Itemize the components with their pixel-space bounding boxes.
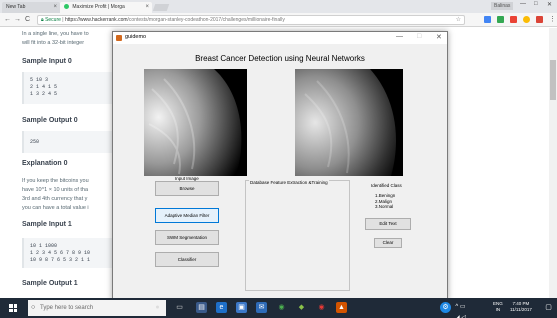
task-view-icon[interactable]: ▭	[174, 302, 185, 313]
language-indicator[interactable]: ENG IN	[493, 301, 503, 313]
close-tab-icon[interactable]: ×	[53, 2, 57, 13]
extension-icon[interactable]	[523, 16, 530, 23]
input-image-axes	[144, 69, 247, 176]
maximize-icon[interactable]: □	[417, 33, 421, 40]
code-line: 10 1 1000	[30, 243, 58, 249]
explanation-text: 3rd and 4th currency that y	[22, 196, 88, 202]
gui-heading: Breast Cancer Detection using Neural Net…	[195, 54, 365, 63]
database-training-panel: Database Feature Extraction &Training	[245, 180, 350, 291]
gui-titlebar[interactable]: guidemo — □ ✕	[113, 32, 447, 44]
tab-label: Maximize Profit | Morga	[72, 4, 125, 10]
secure-label: Secure	[45, 17, 61, 23]
close-tab-icon[interactable]: ×	[145, 2, 149, 13]
code-line: 5 10 3	[30, 77, 49, 83]
sample-input-0-code: 5 10 3 2 1 4 1 5 1 3 2 4 5	[22, 72, 122, 104]
intro-text: In a single line, you have to	[22, 31, 89, 37]
panel-title: Database Feature Extraction &Training	[249, 180, 329, 185]
menu-icon[interactable]: ⋮	[549, 15, 556, 24]
region-code: IN	[495, 307, 501, 312]
browser-toolbar: ← → C 🔒︎ Secure | https://www.hackerrank…	[0, 13, 557, 27]
identified-class-list: 1.Beningn 2.Malign 3.Normal	[375, 193, 395, 210]
sample-input-1-heading: Sample Input 1	[22, 221, 72, 228]
address-bar[interactable]: 🔒︎ Secure | https://www.hackerrank.com/c…	[37, 15, 465, 25]
code-line: 2 1 4 1 5	[30, 84, 58, 90]
clock[interactable]: 7:40 PM 11/11/2017	[510, 301, 532, 313]
windows-taskbar: ○ Type here to search ● ▭ ▤ e ▣ ✉ ◉ ◆ ◉ …	[0, 298, 557, 318]
edge-icon[interactable]: e	[216, 302, 227, 313]
url-host: https://www.hackerrank.com	[65, 17, 128, 23]
close-icon[interactable]: ✕	[436, 33, 442, 41]
back-icon[interactable]: ←	[4, 15, 11, 24]
identified-class-label: Identified Class	[371, 183, 402, 188]
maximize-icon[interactable]: □	[534, 1, 538, 7]
lock-icon[interactable]: 🔒︎	[41, 17, 44, 23]
result-edit-text[interactable]: Edit Text	[365, 218, 411, 230]
url-path: /contests/morgan-stanley-codeathon-2017/…	[127, 17, 285, 23]
file-explorer-icon[interactable]: ▤	[196, 302, 207, 313]
intro-text: will fit into a 32-bit integer	[22, 40, 85, 46]
explanation-text: If you keep the bitcoins you	[22, 178, 89, 184]
matlab-icon[interactable]: ▲	[336, 302, 347, 313]
explanation-0-heading: Explanation 0	[22, 160, 68, 167]
output-image-axes	[295, 69, 403, 176]
class-item: 1.Beningn	[375, 193, 396, 198]
profile-badge[interactable]: Balinas	[491, 2, 514, 10]
code-line: 1 3 2 4 5	[30, 91, 58, 97]
explanation-text: you can have a total value i	[22, 205, 89, 211]
search-placeholder: Type here to search	[40, 305, 94, 311]
browse-button[interactable]: Browse	[155, 181, 219, 196]
clock-date: 11/11/2017	[510, 307, 532, 312]
page-scrollbar-thumb[interactable]	[550, 60, 556, 100]
tray-app-icon[interactable]: ⚙	[440, 302, 451, 313]
extension-icon[interactable]	[536, 16, 543, 23]
tab-new-tab[interactable]: New Tab ×	[2, 2, 60, 13]
store-icon[interactable]: ▣	[236, 302, 247, 313]
cortana-icon: ○	[31, 304, 36, 311]
guidemo-window: guidemo — □ ✕ Breast Cancer Detection us…	[112, 31, 448, 301]
gui-window-title: guidemo	[125, 34, 147, 40]
close-icon[interactable]: ✕	[547, 1, 552, 8]
hackerrank-favicon-icon	[64, 4, 69, 10]
mail-icon[interactable]: ✉	[256, 302, 267, 313]
chrome-icon[interactable]: ◉	[276, 302, 287, 313]
forward-icon[interactable]: →	[14, 15, 21, 24]
sample-output-1-heading: Sample Output 1	[22, 280, 78, 287]
tab-label: New Tab	[6, 4, 26, 10]
minimize-icon[interactable]: —	[520, 1, 526, 7]
sample-input-1-code: 10 1 1000 1 2 3 4 5 6 7 8 9 10 10 9 8 7 …	[22, 238, 122, 268]
app-icon[interactable]: ◉	[316, 302, 327, 313]
bookmark-star-icon[interactable]: ☆	[456, 16, 461, 25]
reload-icon[interactable]: C	[25, 15, 30, 24]
mammogram-image	[144, 69, 242, 176]
extension-icon[interactable]	[510, 16, 517, 23]
classifier-button[interactable]: Classifier	[155, 252, 219, 267]
matlab-icon	[116, 35, 122, 41]
tab-hackerrank[interactable]: Maximize Profit | Morga ×	[60, 2, 152, 13]
class-item: 3.Normal	[375, 204, 394, 209]
sample-output-0-heading: Sample Output 0	[22, 117, 78, 124]
notifications-icon[interactable]: ▢	[543, 302, 554, 313]
swm-segmentation-button[interactable]: SWM Segmentation	[155, 230, 219, 245]
microphone-icon[interactable]: ●	[152, 302, 163, 313]
taskbar-search-input[interactable]: ○ Type here to search	[28, 300, 166, 316]
code-line: 10 9 8 7 6 5 3 2 1 1	[30, 257, 91, 263]
explanation-text: have 10^1 × 10 units of tha	[22, 187, 89, 193]
sample-input-0-heading: Sample Input 0	[22, 58, 72, 65]
browser-tab-strip: New Tab × Maximize Profit | Morga × Bali…	[0, 0, 557, 13]
app-icon[interactable]: ◆	[296, 302, 307, 313]
adaptive-median-filter-button[interactable]: Adaptive Median Filter	[155, 208, 219, 223]
sample-output-0-code: 250	[22, 131, 122, 153]
windows-start-icon[interactable]	[9, 304, 17, 312]
code-line: 1 2 3 4 5 6 7 8 9 10	[30, 250, 91, 256]
clear-button[interactable]: Clear	[374, 238, 402, 248]
mammogram-filtered-image	[295, 69, 397, 176]
minimize-icon[interactable]: —	[396, 33, 403, 40]
new-tab-button[interactable]	[152, 4, 170, 11]
extension-icon[interactable]	[497, 16, 504, 23]
code-line: 250	[30, 139, 40, 145]
extension-icon[interactable]	[484, 16, 491, 23]
tray-icons[interactable]: ^ ▭ ◢ ◁	[455, 302, 466, 318]
